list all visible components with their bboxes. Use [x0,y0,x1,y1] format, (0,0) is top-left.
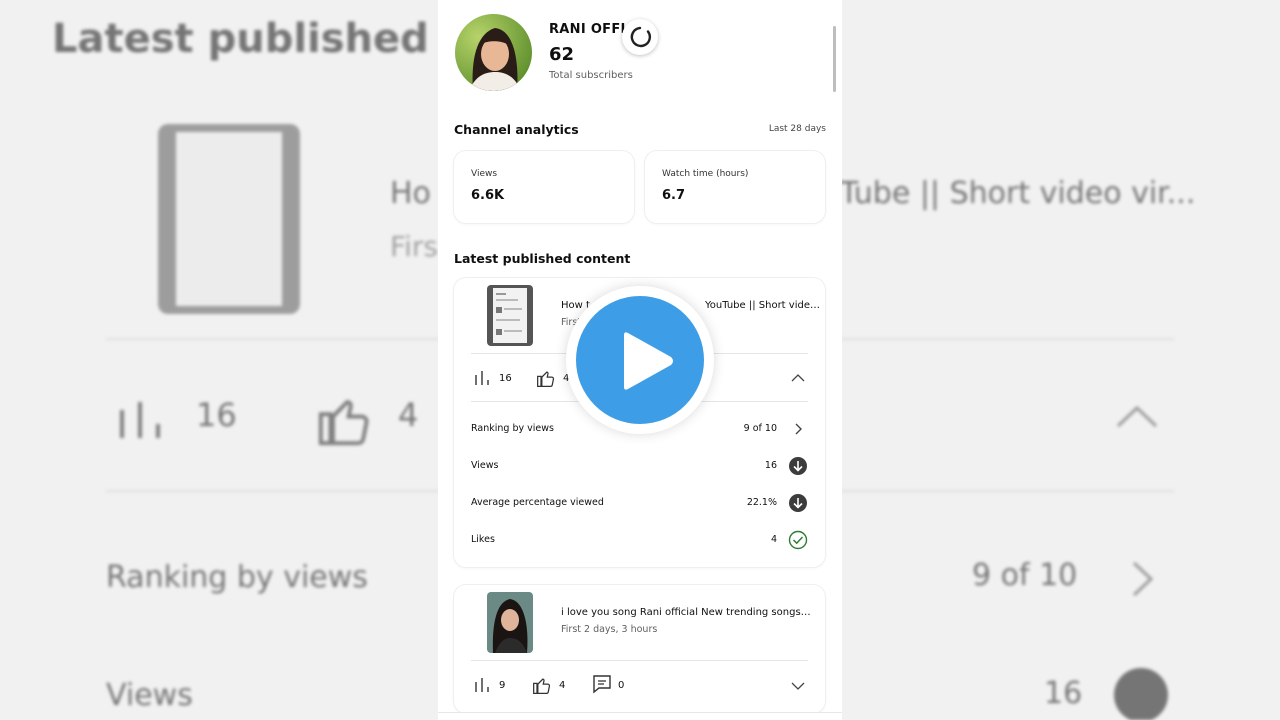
detail-value: 22.1% [746,497,777,508]
detail-row-likes: Likes 4 [471,530,808,550]
detail-row-views: Views 16 [471,456,808,476]
like-icon [533,678,551,694]
subscriber-count: 62 [549,44,575,65]
latest-content-title: Latest published content [454,251,631,266]
like-count: 4 [559,680,566,691]
bg-chevron-up-icon [1116,405,1158,428]
detail-label: Likes [471,534,495,545]
scrollbar[interactable] [833,26,836,92]
views-count: 16 [499,373,512,384]
chevron-down-icon[interactable] [791,681,805,691]
bg-views-value: 16 [1044,676,1083,711]
views-icon [475,678,489,692]
metric-label: Watch time (hours) [662,169,749,179]
detail-value: 4 [770,534,777,545]
video-title-right[interactable]: YouTube || Short video vir... [705,300,825,311]
bg-like-count: 4 [398,396,419,434]
subscriber-label: Total subscribers [549,70,633,81]
bg-arrow-down-icon [1114,668,1168,720]
bottom-navigation[interactable] [438,712,842,720]
like-icon [537,371,555,387]
chevron-right-icon[interactable] [788,419,808,439]
arrow-down-circle-icon [789,457,807,475]
bg-chevron-right-icon [1132,561,1154,597]
play-button-circle [576,296,704,424]
detail-value: 9 of 10 [743,423,777,434]
bg-views-icon [120,402,160,438]
loading-spinner-icon [622,19,658,55]
metric-value: 6.7 [662,188,686,203]
detail-label: Ranking by views [471,423,554,434]
watch-time-metric-card[interactable]: Watch time (hours) 6.7 [645,151,825,223]
comment-count: 0 [618,680,625,691]
video-thumbnail[interactable] [487,285,533,346]
bg-views-label: Views [106,678,193,713]
detail-value: 16 [764,460,777,471]
views-icon [475,371,489,385]
arrow-down-circle-icon [789,494,807,512]
channel-avatar[interactable] [455,14,532,91]
views-metric-card[interactable]: Views 6.6K [454,151,634,223]
divider [471,660,808,661]
detail-label: Average percentage viewed [471,497,604,508]
detail-label: Views [471,460,499,471]
bg-video-title-right: Tube || Short video vir... [840,176,1196,211]
play-button[interactable] [566,286,714,434]
bg-views-count: 16 [196,396,237,434]
video-title[interactable]: i love you song Rani official New trendi… [561,607,811,618]
views-count: 9 [499,680,506,691]
bg-ranking-label: Ranking by views [106,560,368,595]
bg-video-subtitle: Firs [390,230,438,263]
video-thumbnail[interactable] [487,592,533,653]
comment-icon [593,675,611,694]
bg-ranking-value: 9 of 10 [972,558,1078,593]
chevron-up-icon[interactable] [791,373,805,383]
video-card[interactable]: i love you song Rani official New trendi… [454,585,825,713]
bg-video-title-left: Ho [390,176,431,211]
bg-like-icon [318,400,369,446]
bg-video-thumbnail [158,124,300,314]
detail-row-avg-viewed: Average percentage viewed 22.1% [471,493,808,513]
play-icon [624,332,673,390]
channel-analytics-title: Channel analytics [454,122,579,137]
metric-label: Views [471,169,498,179]
check-circle-icon [788,530,808,550]
analytics-period[interactable]: Last 28 days [769,124,826,134]
metric-value: 6.6K [471,188,505,203]
video-subtitle: First 2 days, 3 hours [561,624,658,635]
